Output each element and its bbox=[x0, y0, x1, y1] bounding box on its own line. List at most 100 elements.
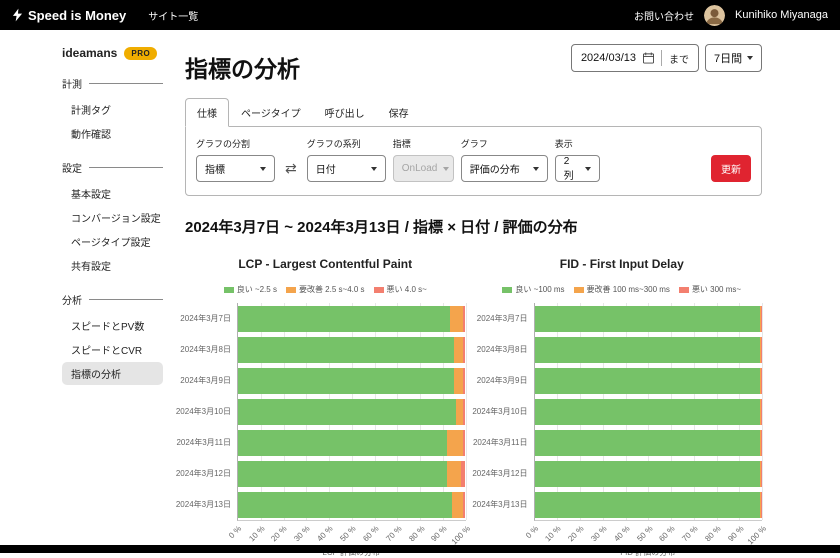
graph-select[interactable]: 評価の分布 bbox=[461, 155, 548, 182]
swap-axes-icon[interactable]: ⇄ bbox=[282, 155, 300, 182]
main-content: 指標の分析 2024/03/13 まで 7日間 仕様 ページタイプ bbox=[175, 30, 840, 545]
filter-group-metric: 指標 OnLoad bbox=[393, 137, 454, 182]
bar-row bbox=[535, 427, 763, 458]
sidebar-item-measurement-tag[interactable]: 計測タグ bbox=[62, 98, 163, 121]
section-header-settings: 設定 bbox=[62, 160, 163, 175]
category-label: 2024年3月11日 bbox=[482, 427, 534, 458]
date-until-label: まで bbox=[669, 51, 689, 66]
bar-segment bbox=[461, 461, 466, 487]
footer-strip bbox=[0, 545, 840, 553]
divider bbox=[89, 167, 163, 168]
bar-segment bbox=[535, 337, 761, 363]
filter-group-split: グラフの分割 指標 bbox=[196, 137, 275, 182]
stacked-bar bbox=[535, 399, 763, 425]
bolt-icon bbox=[12, 8, 23, 22]
tab-spec[interactable]: 仕様 bbox=[185, 98, 229, 127]
x-axis-ticks: 0 %10 %20 %30 %40 %50 %60 %70 %80 %90 %1… bbox=[237, 521, 466, 546]
bar-row bbox=[238, 396, 466, 427]
stacked-bar bbox=[238, 399, 466, 425]
legend-item[interactable]: 要改善 2.5 s~4.0 s bbox=[286, 284, 365, 295]
site-list-link[interactable]: サイト一覧 bbox=[148, 8, 198, 23]
stacked-bar bbox=[535, 306, 763, 332]
legend-swatch bbox=[502, 287, 512, 293]
date-controls: 2024/03/13 まで 7日間 bbox=[571, 44, 762, 72]
sidebar-item-conversion-settings[interactable]: コンバージョン設定 bbox=[62, 206, 163, 229]
series-select[interactable]: 日付 bbox=[307, 155, 386, 182]
sidebar-item-speed-pv[interactable]: スピードとPV数 bbox=[62, 314, 163, 337]
chart-plot: 2024年3月7日2024年3月8日2024年3月9日2024年3月10日202… bbox=[482, 303, 763, 521]
period-select[interactable]: 7日間 bbox=[705, 44, 762, 72]
legend-swatch bbox=[374, 287, 384, 293]
legend-item[interactable]: 良い ~100 ms bbox=[502, 284, 564, 295]
chevron-down-icon bbox=[443, 167, 449, 171]
filter-label-display: 表示 bbox=[555, 137, 600, 150]
chevron-down-icon bbox=[260, 167, 266, 171]
bar-segment bbox=[761, 337, 762, 363]
stacked-bar bbox=[535, 492, 763, 518]
x-tick-label: 100 % bbox=[746, 524, 768, 546]
sidebar-item-pagetype-settings[interactable]: ページタイプ設定 bbox=[62, 230, 163, 253]
legend-item[interactable]: 悪い 4.0 s~ bbox=[374, 284, 427, 295]
bar-segment bbox=[463, 430, 465, 456]
bar-segment bbox=[761, 399, 762, 425]
legend-item[interactable]: 要改善 100 ms~300 ms bbox=[574, 284, 670, 295]
display-select[interactable]: 2列 bbox=[555, 155, 600, 182]
charts-area: LCP - Largest Contentful Paint 良い ~2.5 s… bbox=[185, 251, 762, 558]
app-logo[interactable]: Speed is Money bbox=[12, 8, 126, 23]
chart-legend: 良い ~100 ms 要改善 100 ms~300 ms 悪い 300 ms~ bbox=[482, 284, 763, 295]
legend-label: 悪い 4.0 s~ bbox=[387, 284, 427, 295]
legend-item[interactable]: 悪い 300 ms~ bbox=[679, 284, 741, 295]
tab-pagetype[interactable]: ページタイプ bbox=[229, 99, 313, 126]
chevron-down-icon bbox=[585, 167, 591, 171]
stacked-bar bbox=[535, 368, 763, 394]
sidebar-item-metric-analysis[interactable]: 指標の分析 bbox=[62, 362, 163, 385]
display-select-value: 2列 bbox=[564, 156, 579, 182]
update-button[interactable]: 更新 bbox=[711, 155, 751, 182]
legend-item[interactable]: 良い ~2.5 s bbox=[224, 284, 277, 295]
x-tick-label: 20 % bbox=[270, 524, 289, 543]
metric-select-value: OnLoad bbox=[402, 163, 438, 174]
user-avatar[interactable] bbox=[704, 5, 725, 26]
sidebar-item-basic-settings[interactable]: 基本設定 bbox=[62, 182, 163, 205]
bar-segment bbox=[463, 399, 465, 425]
tab-invocation[interactable]: 呼び出し bbox=[313, 99, 377, 126]
user-name[interactable]: Kunihiko Miyanaga bbox=[735, 9, 828, 21]
sidebar-item-speed-cvr[interactable]: スピードとCVR bbox=[62, 338, 163, 361]
bar-segment bbox=[452, 492, 463, 518]
category-label: 2024年3月12日 bbox=[482, 458, 534, 489]
tab-bar: 仕様 ページタイプ 呼び出し 保存 bbox=[185, 98, 762, 126]
x-tick-label: 60 % bbox=[361, 524, 380, 543]
split-select[interactable]: 指標 bbox=[196, 155, 275, 182]
category-label: 2024年3月11日 bbox=[185, 427, 237, 458]
stacked-bar bbox=[238, 430, 466, 456]
bar-segment bbox=[238, 492, 452, 518]
stacked-bar bbox=[238, 368, 466, 394]
bar-segment bbox=[238, 337, 454, 363]
legend-swatch bbox=[224, 287, 234, 293]
calendar-icon[interactable] bbox=[643, 52, 654, 64]
layout: ideamans PRO 計測 計測タグ 動作確認 設定 基本設定 コンバージョ… bbox=[0, 30, 840, 545]
section-title: 分析 bbox=[62, 292, 82, 307]
x-tick-label: 20 % bbox=[566, 524, 585, 543]
sidebar-section-settings: 設定 基本設定 コンバージョン設定 ページタイプ設定 共有設定 bbox=[62, 160, 163, 277]
sidebar-item-operation-check[interactable]: 動作確認 bbox=[62, 122, 163, 145]
site-name-row: ideamans PRO bbox=[62, 46, 163, 60]
bar-segment bbox=[463, 368, 465, 394]
section-header-analysis: 分析 bbox=[62, 292, 163, 307]
filter-group-series: グラフの系列 日付 bbox=[307, 137, 386, 182]
date-input[interactable]: 2024/03/13 まで bbox=[571, 44, 699, 72]
y-axis-labels: 2024年3月7日2024年3月8日2024年3月9日2024年3月10日202… bbox=[185, 303, 237, 521]
bar-row bbox=[535, 303, 763, 334]
stacked-bar bbox=[238, 337, 466, 363]
sidebar-item-sharing-settings[interactable]: 共有設定 bbox=[62, 254, 163, 277]
contact-link[interactable]: お問い合わせ bbox=[634, 8, 694, 23]
section-header-measurement: 計測 bbox=[62, 76, 163, 91]
section-title: 計測 bbox=[62, 76, 82, 91]
topbar: Speed is Money サイト一覧 お問い合わせ Kunihiko Miy… bbox=[0, 0, 840, 30]
chart-title: LCP - Largest Contentful Paint bbox=[185, 257, 466, 271]
sidebar-section-analysis: 分析 スピードとPV数 スピードとCVR 指標の分析 bbox=[62, 292, 163, 385]
sidebar: ideamans PRO 計測 計測タグ 動作確認 設定 基本設定 コンバージョ… bbox=[0, 30, 175, 545]
x-tick-label: 0 % bbox=[227, 524, 243, 540]
tab-save[interactable]: 保存 bbox=[377, 99, 421, 126]
x-tick-label: 40 % bbox=[316, 524, 335, 543]
